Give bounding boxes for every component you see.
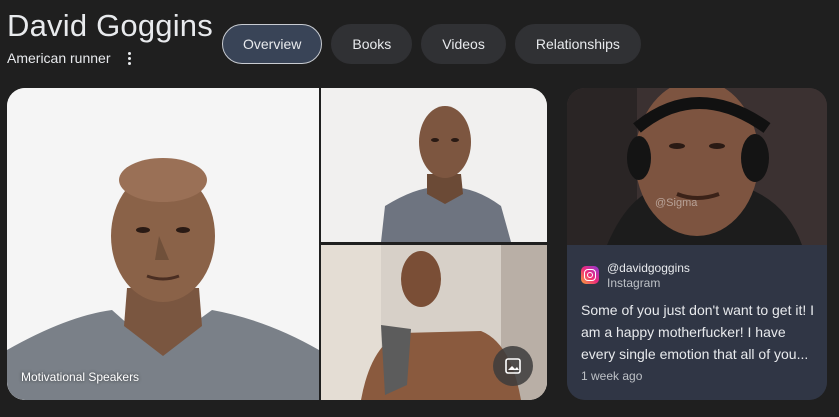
knowledge-panel: David Goggins American runner Overview B… [0,0,839,417]
instagram-post-thumbnail: @Sigma [567,88,827,245]
image-gallery-icon [505,358,521,374]
image-caption: Motivational Speakers [21,370,140,384]
tab-relationships[interactable]: Relationships [514,24,641,64]
instagram-post-card[interactable]: @Sigma @davidgoggins Instagram Some of y… [567,88,827,400]
entity-title: David Goggins [7,8,213,43]
tab-overview[interactable]: Overview [222,24,323,64]
more-vert-icon[interactable] [125,50,135,66]
instagram-logo-icon [581,266,599,284]
post-handle: @davidgoggins [607,261,690,275]
post-text: Some of you just don't want to get it! I… [581,302,815,362]
portrait-image-2[interactable] [321,88,547,242]
image-gallery-button[interactable] [493,346,533,386]
entity-subtitle: American runner [7,50,111,66]
post-source: @davidgoggins Instagram [581,261,690,291]
portrait-image-3[interactable] [321,245,547,400]
tab-videos[interactable]: Videos [421,24,506,64]
entity-subtitle-row: American runner [7,50,135,66]
post-platform: Instagram [607,276,661,290]
instagram-post-body: @davidgoggins Instagram Some of you just… [567,245,827,400]
image-collage: Motivational Speakers [7,88,547,400]
post-timestamp: 1 week ago [581,369,643,383]
tab-books[interactable]: Books [331,24,413,64]
main-portrait-image[interactable]: Motivational Speakers [7,88,319,400]
entity-tabs: Overview Books Videos Relationships [222,24,641,64]
video-watermark: @Sigma [655,197,698,209]
